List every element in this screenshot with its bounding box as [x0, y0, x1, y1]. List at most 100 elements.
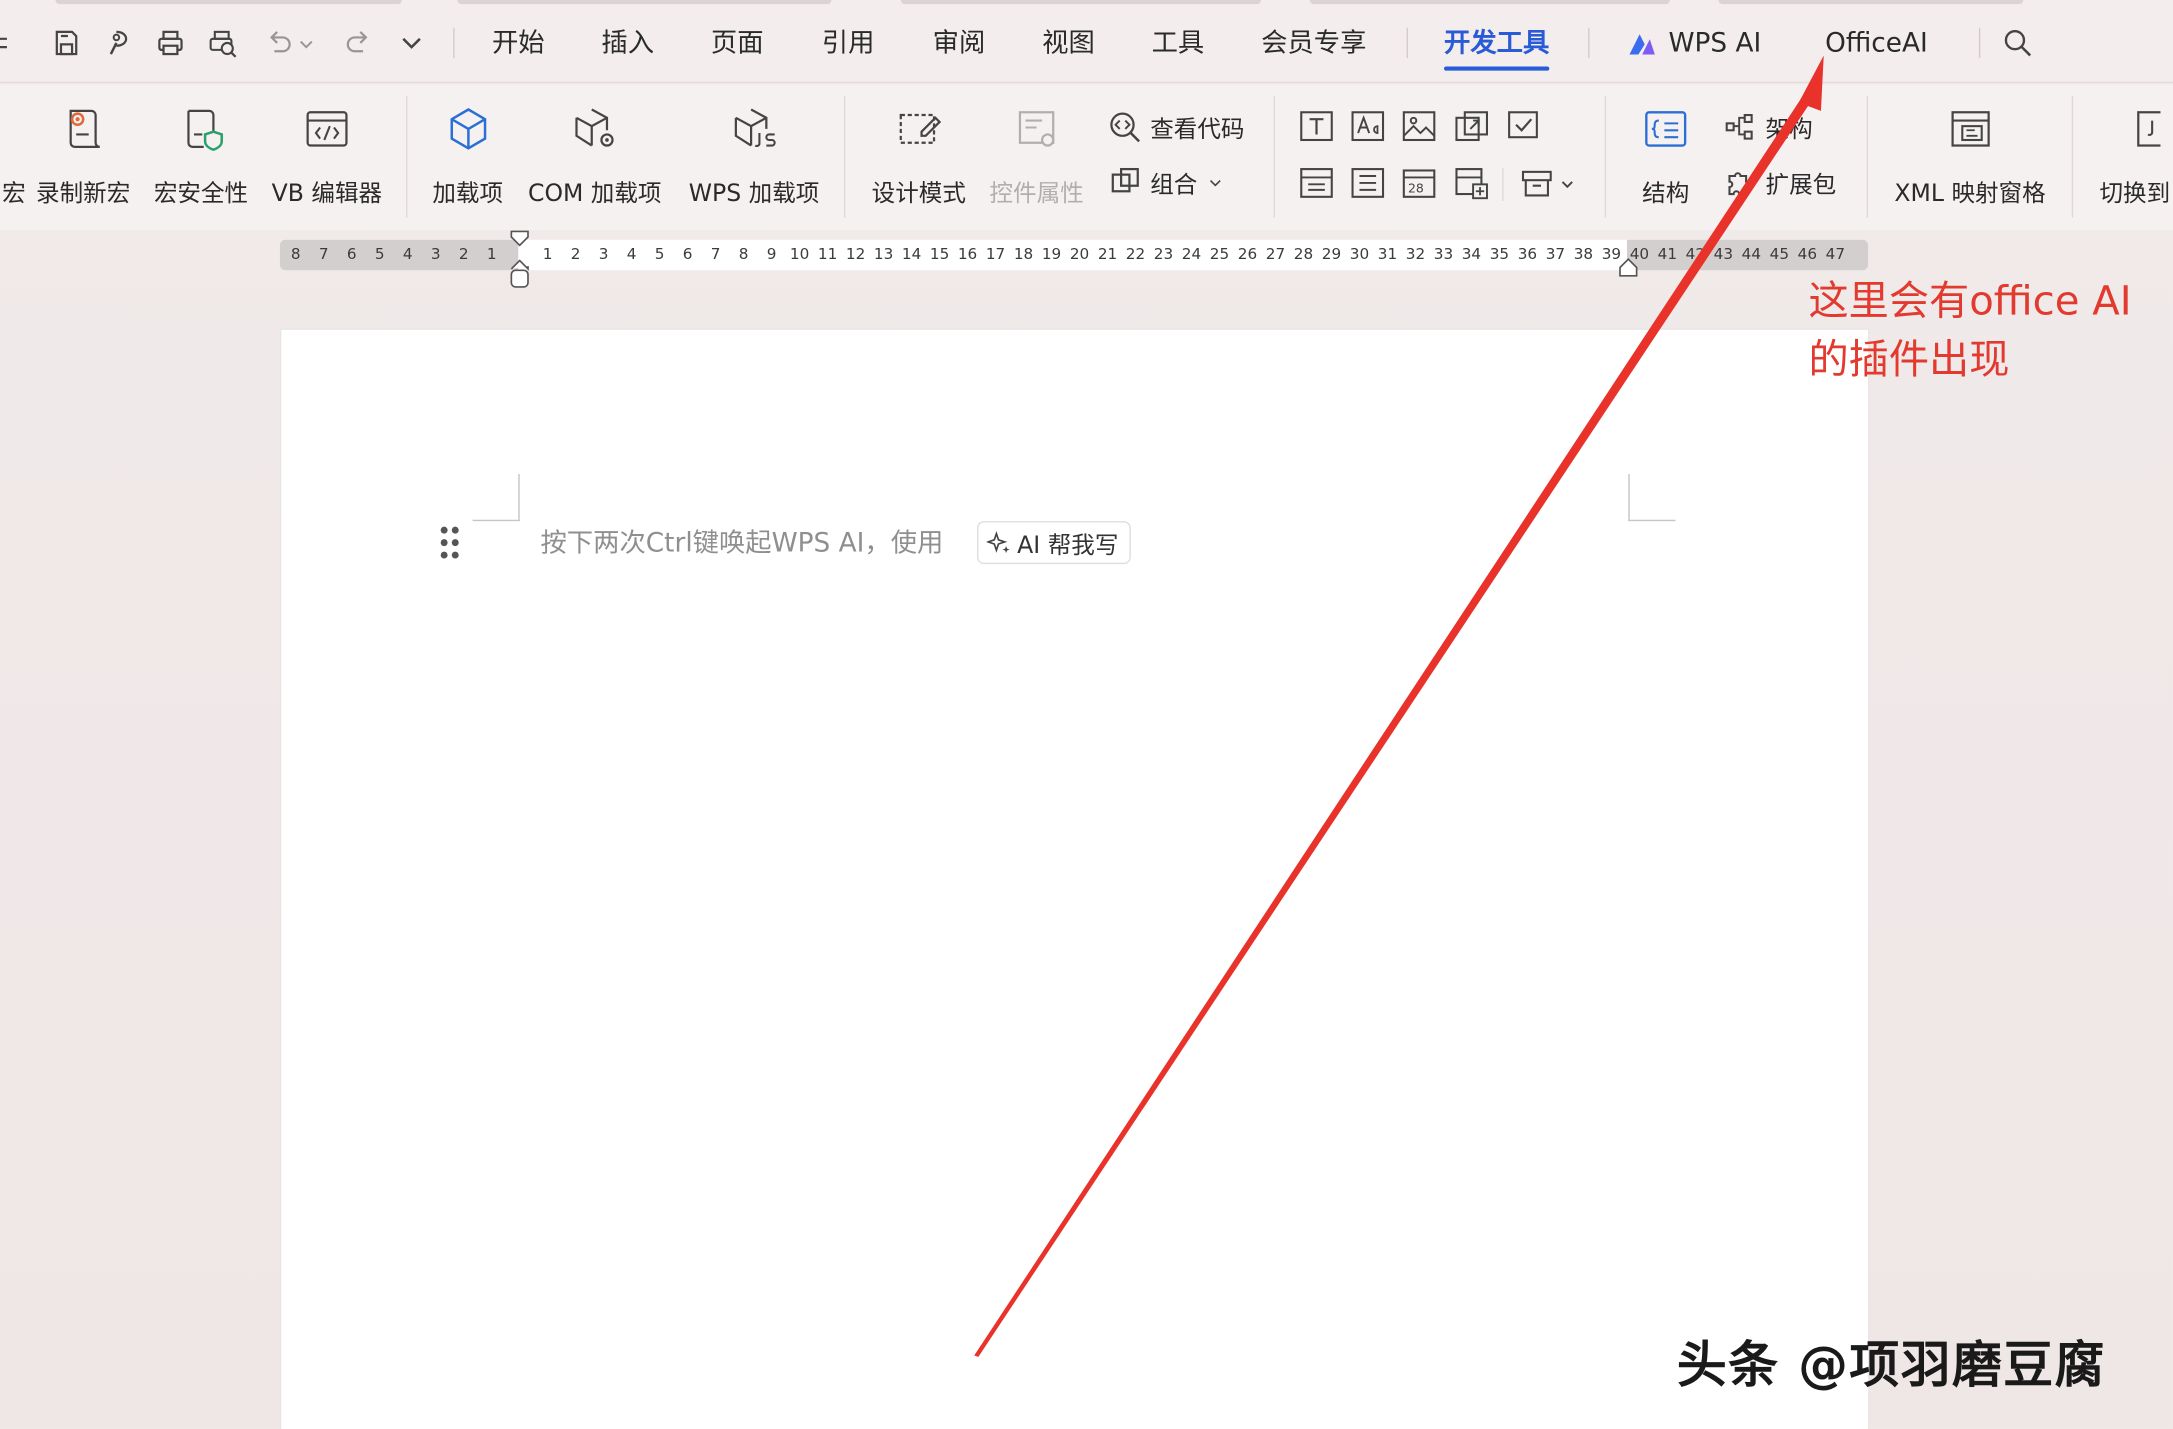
ruler-tick-label: 29: [1321, 245, 1342, 264]
ruler-tick-label: 18: [1013, 245, 1034, 264]
ruler-tick-label: 5: [374, 245, 385, 264]
ruler-tick-label: 4: [626, 245, 637, 264]
ruler-tick-label: 14: [901, 245, 922, 264]
ruler-tick-label: 45: [1769, 245, 1790, 264]
repeating-section-control-icon[interactable]: [1454, 165, 1490, 201]
view-code-button[interactable]: 查看代码: [1109, 109, 1244, 144]
ribbon-developer: 宏 录制新宏 宏安全性 VB 编辑器 加载项 COM 加载项 WPS 加载项 设…: [0, 84, 2173, 231]
ruler-tick-label: 2: [458, 245, 469, 264]
dropdown-list-control-icon[interactable]: [1350, 165, 1386, 201]
vb-editor-button[interactable]: VB 编辑器: [272, 104, 382, 208]
wps-addins-button[interactable]: WPS 加载项: [689, 104, 819, 208]
group-dropdown-icon: [1209, 179, 1221, 186]
redo-icon[interactable]: [341, 25, 377, 61]
tab-insert[interactable]: 插入: [601, 24, 654, 63]
tab-home[interactable]: 开始: [492, 24, 545, 63]
ruler-tick-label: 42: [1685, 245, 1706, 264]
tab-officeai[interactable]: OfficeAI: [1825, 24, 1928, 63]
macro-security-icon: [187, 109, 223, 152]
text-control-icon[interactable]: [1298, 108, 1334, 144]
crop-mark-top-left: [472, 474, 520, 522]
legacy-tools-dropdown-icon[interactable]: [1558, 173, 1577, 192]
ruler-tick-label: 27: [1265, 245, 1286, 264]
com-addins-button[interactable]: COM 加载项: [528, 104, 661, 208]
structure-icon: [1645, 111, 1687, 147]
ruler-tick-label: 11: [817, 245, 838, 264]
addins-button[interactable]: 加载项: [432, 104, 503, 208]
combo-box-control-icon[interactable]: [1298, 165, 1334, 201]
tab-tools[interactable]: 工具: [1152, 24, 1205, 63]
ruler-tick-label: 15: [929, 245, 950, 264]
search-icon[interactable]: [2000, 25, 2036, 61]
annotation-line-2: 的插件出现: [1808, 335, 2010, 383]
undo-dropdown-icon[interactable]: [297, 25, 316, 61]
ruler-tick-label: 6: [682, 245, 693, 264]
ruler-tick-label: 36: [1517, 245, 1538, 264]
ruler-tick-label: 5: [654, 245, 665, 264]
ruler-tick-label: 46: [1797, 245, 1818, 264]
ai-write-chip-button[interactable]: AI 帮我写: [976, 521, 1131, 565]
macro-security-button[interactable]: 宏安全性: [154, 104, 248, 208]
schema-button[interactable]: 架构: [1724, 109, 1813, 144]
tab-member[interactable]: 会员专享: [1261, 24, 1366, 63]
tab-page[interactable]: 页面: [711, 24, 764, 63]
ruler-tick-label: 43: [1713, 245, 1734, 264]
record-macro-icon: [69, 109, 100, 149]
ruler-tick-label: 4: [402, 245, 413, 264]
tab-references[interactable]: 引用: [822, 24, 875, 63]
ruler-tick-label: 7: [318, 245, 329, 264]
date-picker-control-icon[interactable]: 28: [1401, 165, 1437, 201]
legacy-tools-icon[interactable]: [1519, 165, 1555, 201]
save-icon[interactable]: [49, 25, 85, 61]
ai-placeholder-text[interactable]: 按下两次Ctrl键唤起WPS AI，使用: [540, 524, 943, 563]
print-preview-icon[interactable]: [205, 25, 241, 61]
ruler-tick-label: 37: [1545, 245, 1566, 264]
ruler-tick-label: 6: [346, 245, 357, 264]
ruler-tick-label: 32: [1405, 245, 1426, 264]
xml-mapping-icon: [1950, 111, 1990, 147]
block-control-icon[interactable]: [1454, 108, 1490, 144]
more-chevron-icon[interactable]: [394, 25, 430, 61]
paragraph-drag-handle-icon[interactable]: [437, 525, 465, 564]
right-indent-marker[interactable]: [1617, 256, 1639, 278]
tab-view[interactable]: 视图: [1042, 24, 1095, 63]
ruler-tick-label: 44: [1741, 245, 1762, 264]
design-mode-button[interactable]: 设计模式: [872, 104, 966, 208]
tab-developer[interactable]: 开发工具: [1444, 24, 1550, 71]
menu-edge-icon[interactable]: [0, 25, 11, 61]
switch-to-button[interactable]: 切换到: [2099, 104, 2170, 208]
document-page[interactable]: 按下两次Ctrl键唤起WPS AI，使用 AI 帮我写: [281, 329, 1869, 1429]
checkbox-control-icon[interactable]: [1505, 108, 1541, 144]
first-line-indent-marker[interactable]: [509, 230, 531, 291]
macro-button-partial[interactable]: 宏: [0, 104, 39, 208]
expansion-pack-button[interactable]: 扩展包: [1724, 165, 1836, 200]
ruler-tick-label: 8: [290, 245, 301, 264]
picture-control-icon[interactable]: [1401, 108, 1437, 144]
schema-icon: [1725, 113, 1753, 139]
tab-review[interactable]: 审阅: [933, 24, 986, 63]
ruler-tick-label: 1: [486, 245, 497, 264]
xml-mapping-pane-button[interactable]: XML 映射窗格: [1894, 104, 2046, 208]
ruler-tick-label: 22: [1125, 245, 1146, 264]
group-button[interactable]: 组合: [1109, 165, 1225, 200]
format-painter-icon[interactable]: [101, 25, 137, 61]
control-properties-button[interactable]: 控件属性: [989, 104, 1084, 208]
undo-icon[interactable]: [261, 25, 297, 61]
view-code-icon: [1110, 111, 1141, 142]
ruler-tick-label: 47: [1825, 245, 1846, 264]
structure-button[interactable]: 结构: [1641, 104, 1691, 208]
print-icon[interactable]: [152, 25, 188, 61]
tab-wps-ai[interactable]: WPS AI: [1669, 24, 1762, 63]
annotation-line-1: 这里会有office AI: [1808, 277, 2132, 325]
vb-editor-icon: [306, 111, 348, 147]
ruler-tick-label: 38: [1573, 245, 1594, 264]
cube-icon: [449, 108, 486, 150]
group-icon: [1111, 167, 1139, 192]
ruler-tick-label: 24: [1181, 245, 1202, 264]
macro-icon: [0, 104, 39, 154]
rich-text-control-icon[interactable]: [1350, 108, 1386, 144]
record-macro-button[interactable]: 录制新宏: [36, 104, 130, 208]
crop-mark-top-right: [1628, 474, 1676, 522]
ruler-tick-label: 17: [985, 245, 1006, 264]
js-cube-icon: [734, 108, 776, 148]
